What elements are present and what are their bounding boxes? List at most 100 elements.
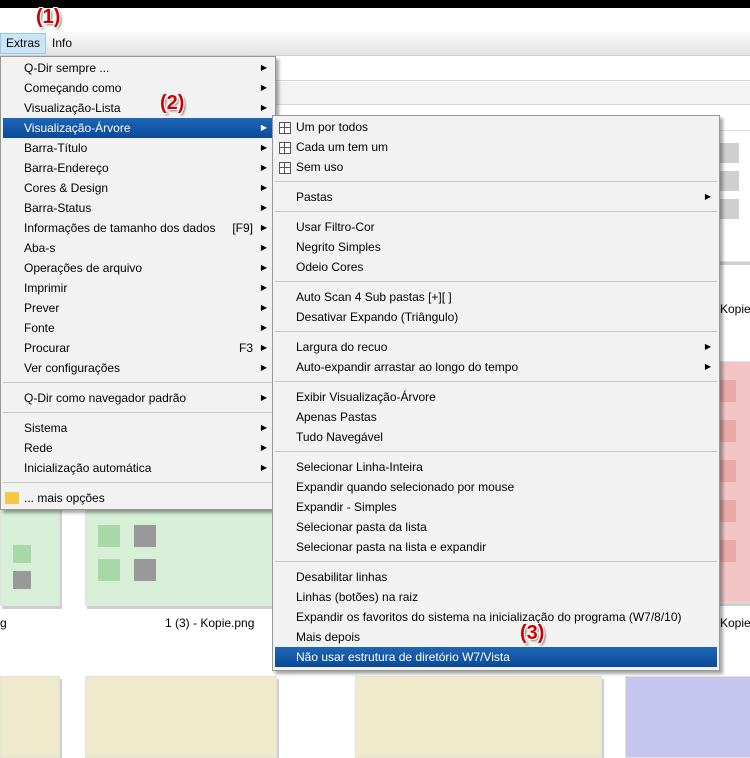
menu-item-selecionar-linha-inteira[interactable]: Selecionar Linha-Inteira (275, 457, 717, 477)
menu-item-label: Linhas (botões) na raiz (296, 590, 419, 604)
menu-item-label: Mais depois (296, 630, 361, 644)
menu-item-label: ... mais opções (24, 491, 105, 505)
menu-item-procurar[interactable]: Procurar F3 ▶ (3, 338, 273, 358)
chevron-right-icon: ▶ (260, 463, 267, 472)
menu-item-label: Expandir os favoritos do sistema na inic… (296, 610, 682, 624)
menu-item-visualizacao-lista[interactable]: Visualização-Lista ▶ (3, 98, 273, 118)
menu-item-tudo-navegavel[interactable]: Tudo Navegável (275, 427, 717, 447)
chevron-right-icon: ▶ (260, 163, 267, 172)
title-bar (0, 0, 750, 8)
menu-item-odeio-cores[interactable]: Odeio Cores (275, 257, 717, 277)
menu-item-barra-titulo[interactable]: Barra-Título ▶ (3, 138, 273, 158)
menu-item-apenas-pastas[interactable]: Apenas Pastas (275, 407, 717, 427)
menu-item-inicializacao-automatica[interactable]: Inicialização automática ▶ (3, 458, 273, 478)
menu-item-comecando-como[interactable]: Começando como ▶ (3, 78, 273, 98)
menu-item-selecionar-pasta-da-lista[interactable]: Selecionar pasta da lista (275, 517, 717, 537)
menu-item-pastas[interactable]: Pastas ▶ (275, 187, 717, 207)
menu-item-barra-status[interactable]: Barra-Status ▶ (3, 198, 273, 218)
tree-icon (279, 162, 291, 174)
menu-item-expandir-quando-selecionado-por-mouse[interactable]: Expandir quando selecionado por mouse (275, 477, 717, 497)
menu-item-desativar-expando-triangulo[interactable]: Desativar Expando (Triângulo) (275, 307, 717, 327)
thumbnail[interactable] (0, 506, 60, 606)
menu-separator (275, 181, 717, 182)
menu-info[interactable]: Info (47, 34, 77, 53)
menu-item-barra-endereco[interactable]: Barra-Endereço ▶ (3, 158, 273, 178)
chevron-right-icon: ▶ (260, 243, 267, 252)
menu-item-visualizacao-arvore[interactable]: Visualização-Árvore ▶ (3, 118, 273, 138)
shortcut-label: F3 (238, 341, 253, 355)
menu-item-negrito-simples[interactable]: Negrito Simples (275, 237, 717, 257)
thumbnail[interactable] (355, 676, 602, 758)
menu-item-desabilitar-linhas[interactable]: Desabilitar linhas (275, 567, 717, 587)
thumbnail-image (13, 545, 31, 589)
menu-item-auto-scan-4-sub-pastas[interactable]: Auto Scan 4 Sub pastas [+][ ] (275, 287, 717, 307)
menu-item-label: Largura do recuo (296, 340, 388, 354)
menu-item-cores-design[interactable]: Cores & Design ▶ (3, 178, 273, 198)
chevron-right-icon: ▶ (260, 83, 267, 92)
menu-separator (3, 382, 273, 383)
menu-item-q-dir-como-navegador-padrao[interactable]: Q-Dir como navegador padrão ▶ (3, 388, 273, 408)
chevron-right-icon: ▶ (260, 143, 267, 152)
chevron-right-icon: ▶ (260, 363, 267, 372)
menu-item-label: Apenas Pastas (296, 410, 377, 424)
menu-item-label: Informações de tamanho dos dados (24, 221, 216, 235)
menu-item-selecionar-pasta-na-lista-e-expandir[interactable]: Selecionar pasta na lista e expandir (275, 537, 717, 557)
menu-item-largura-do-recuo[interactable]: Largura do recuo ▶ (275, 337, 717, 357)
menu-item-label: Não usar estrutura de diretório W7/Vista (296, 650, 510, 664)
menu-separator (275, 451, 717, 452)
menu-item-rede[interactable]: Rede ▶ (3, 438, 273, 458)
chevron-right-icon: ▶ (260, 63, 267, 72)
menu-item-informacoes-de-tamanho-dos-dados[interactable]: Informações de tamanho dos dados [F9] ▶ (3, 218, 273, 238)
tree-view-submenu: Um por todos Cada um tem um Sem uso Pastas ▶… (272, 115, 720, 671)
annotation-1: (1) (36, 6, 61, 28)
thumbnail[interactable] (0, 676, 60, 758)
menu-item-expandir-simples[interactable]: Expandir - Simples (275, 497, 717, 517)
extras-menu: Q-Dir sempre ... ▶ Começando como ▶ Visualiz… (0, 56, 276, 510)
chevron-right-icon: ▶ (260, 423, 267, 432)
menu-item-label: Odeio Cores (296, 260, 364, 274)
menu-separator (275, 561, 717, 562)
menu-item-prever[interactable]: Prever ▶ (3, 298, 273, 318)
menu-item-operacoes-de-arquivo[interactable]: Operações de arquivo ▶ (3, 258, 273, 278)
thumbnail[interactable] (85, 506, 277, 606)
file-caption[interactable]: Kopie (720, 616, 750, 630)
menu-extras[interactable]: Extras (0, 33, 47, 54)
menu-item-label: Desativar Expando (Triângulo) (296, 310, 459, 324)
menu-item-label: Ver configurações (24, 361, 121, 375)
file-caption[interactable]: g (0, 616, 7, 630)
menu-item-mais-depois[interactable]: Mais depois (275, 627, 717, 647)
folder-icon (5, 492, 19, 504)
menu-separator (275, 381, 717, 382)
file-caption[interactable]: Kopie (720, 302, 750, 316)
menu-item-label: Barra-Título (24, 141, 88, 155)
file-caption[interactable]: 1 (3) - Kopie.png (165, 616, 254, 630)
menu-item-imprimir[interactable]: Imprimir ▶ (3, 278, 273, 298)
menu-item-label: Rede (24, 441, 53, 455)
menu-item-fonte[interactable]: Fonte ▶ (3, 318, 273, 338)
menu-item-ver-configuracoes[interactable]: Ver configurações ▶ (3, 358, 273, 378)
menu-item-exibir-visualizacao-arvore[interactable]: Exibir Visualização-Árvore (275, 387, 717, 407)
menu-item-label: Auto-expandir arrastar ao longo do tempo (296, 360, 519, 374)
menu-item-label: Auto Scan 4 Sub pastas [+][ ] (296, 290, 452, 304)
menu-item-cada-um-tem-um[interactable]: Cada um tem um (275, 137, 717, 157)
menu-item-usar-filtro-cor[interactable]: Usar Filtro-Cor (275, 217, 717, 237)
menu-item-linhas-botoes-na-raiz[interactable]: Linhas (botões) na raiz (275, 587, 717, 607)
menu-item-expandir-os-favoritos-do-sistema-na-inic[interactable]: Expandir os favoritos do sistema na inic… (275, 607, 717, 627)
menu-item-aba-s[interactable]: Aba-s ▶ (3, 238, 273, 258)
menu-item-sem-uso[interactable]: Sem uso (275, 157, 717, 177)
thumbnail[interactable] (85, 676, 277, 758)
menu-item-mais-opcoes[interactable]: ... mais opções (3, 488, 273, 508)
menu-item-um-por-todos[interactable]: Um por todos (275, 117, 717, 137)
tree-icon (279, 122, 291, 134)
menu-item-auto-expandir-arrastar-ao-longo-do-tempo[interactable]: Auto-expandir arrastar ao longo do tempo… (275, 357, 717, 377)
menu-item-label: Prever (24, 301, 60, 315)
chevron-right-icon: ▶ (260, 203, 267, 212)
menu-separator (275, 281, 717, 282)
menu-item-sistema[interactable]: Sistema ▶ (3, 418, 273, 438)
menu-item-label: Sistema (24, 421, 68, 435)
menu-item-label: Usar Filtro-Cor (296, 220, 375, 234)
thumbnail[interactable] (625, 676, 750, 758)
menu-item-nao-usar-estrutura-de-diretorio-w7-vista[interactable]: Não usar estrutura de diretório W7/Vista (275, 647, 717, 667)
chevron-right-icon: ▶ (704, 362, 711, 371)
menu-item-q-dir-sempre[interactable]: Q-Dir sempre ... ▶ (3, 58, 273, 78)
